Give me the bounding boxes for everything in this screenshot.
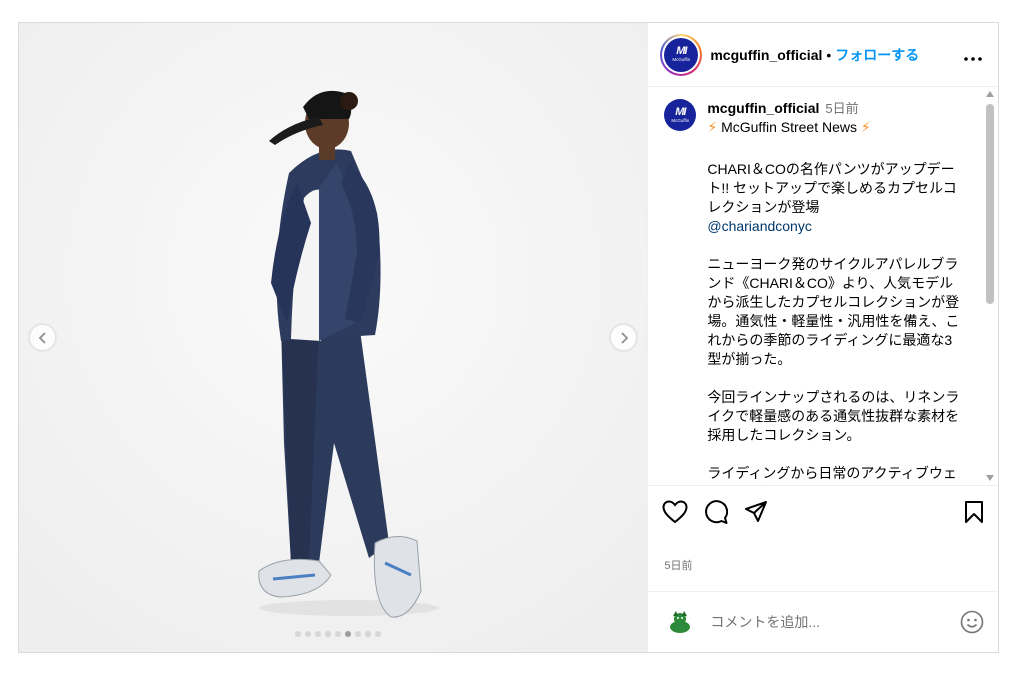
user-avatar[interactable] — [664, 605, 697, 638]
caption: MI McGuffin mcguffin_official 5日前 ⚡ McGuf… — [648, 87, 998, 485]
scroll-thumb[interactable] — [986, 104, 994, 304]
action-bar — [648, 485, 998, 537]
carousel-dot — [345, 631, 351, 637]
comment-bar — [648, 591, 998, 651]
caption-paragraph: 今回ラインナップされるのは、リネンライクで軽量感のある通気性抜群な素材を採用した… — [707, 389, 960, 443]
emoji-button[interactable] — [960, 610, 984, 634]
comment-icon — [705, 499, 729, 524]
caption-paragraph: ニューヨーク発のサイクルアパレルブランド《CHARI＆CO》より、人気モデルから… — [707, 256, 960, 367]
post-date: 5日前 — [664, 560, 693, 572]
caption-avatar[interactable]: MI McGuffin — [664, 99, 697, 485]
carousel-dot — [375, 631, 381, 637]
post-photo — [19, 23, 648, 652]
save-button[interactable] — [964, 500, 984, 524]
carousel-dot — [355, 631, 361, 637]
carousel-dot — [365, 631, 371, 637]
caption-body: mcguffin_official 5日前 ⚡ McGuffin Street N… — [707, 99, 961, 485]
share-button[interactable] — [744, 500, 768, 524]
lightning-icon: ⚡ — [707, 119, 718, 135]
carousel-indicator — [295, 631, 381, 637]
comment-button[interactable] — [704, 499, 729, 524]
header-username[interactable]: mcguffin_official — [710, 47, 822, 63]
carousel-dot — [315, 631, 321, 637]
caption-username[interactable]: mcguffin_official — [707, 100, 819, 116]
carousel-prev-button[interactable] — [29, 324, 56, 351]
carousel-dot — [305, 631, 311, 637]
lightning-icon: ⚡ — [860, 119, 871, 135]
heart-icon — [662, 499, 688, 523]
chevron-right-icon — [620, 331, 628, 344]
user-avatar-icon — [666, 607, 695, 636]
follow-button[interactable]: フォローする — [835, 45, 919, 65]
caption-paragraph: ライディングから日常のアクティブウェアまで、幅広いシーンで活躍するコ — [707, 465, 957, 485]
brand-logo: MI McGuffin — [664, 99, 697, 131]
emoji-icon — [960, 610, 984, 633]
caption-news-line: ⚡ McGuffin Street News ⚡ — [707, 119, 871, 135]
carousel-dot — [325, 631, 331, 637]
scroll-down-icon[interactable] — [986, 475, 994, 481]
avatar[interactable]: MI McGuffin — [660, 33, 703, 76]
post-header: MI McGuffin mcguffin_official • フォローする — [648, 23, 998, 87]
caption-time: 5日前 — [825, 101, 859, 116]
model-photo — [19, 23, 648, 652]
chevron-left-icon — [38, 331, 46, 344]
carousel-dot — [335, 631, 341, 637]
caption-area[interactable]: MI McGuffin mcguffin_official 5日前 ⚡ McGuf… — [648, 87, 998, 485]
brand-logo: MI McGuffin — [664, 37, 699, 72]
share-icon — [745, 500, 768, 522]
like-button[interactable] — [662, 499, 688, 524]
bookmark-icon — [965, 500, 983, 523]
more-options-icon[interactable] — [964, 46, 982, 64]
carousel-next-button[interactable] — [610, 324, 637, 351]
scroll-up-icon[interactable] — [986, 91, 994, 97]
header-separator: • — [826, 46, 832, 63]
mention-link[interactable]: @chariandconyc — [707, 218, 812, 234]
caption-paragraph: CHARI＆COの名作パンツがアップデート!! セットアップで楽しめるカプセルコ… — [707, 161, 957, 215]
carousel-dot — [295, 631, 301, 637]
comment-input[interactable] — [710, 613, 931, 630]
caption-scrollbar[interactable] — [985, 91, 995, 481]
post-modal: MI McGuffin mcguffin_official • フォローする M… — [18, 22, 999, 653]
post-side-panel: MI McGuffin mcguffin_official • フォローする M… — [647, 23, 998, 652]
